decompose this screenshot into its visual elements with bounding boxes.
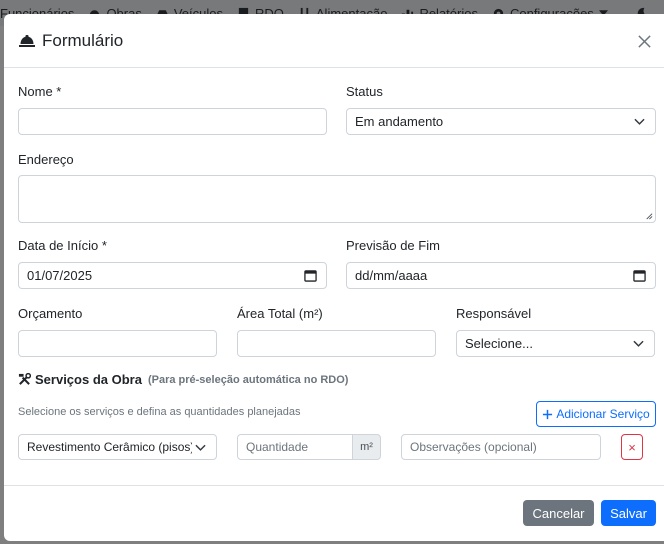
add-service-label: Adicionar Serviço [556,407,650,421]
add-service-button[interactable]: Adicionar Serviço [536,401,656,427]
previsao-fim-value: dd/mm/aaaa [355,268,428,283]
hard-hat-icon [19,34,35,47]
calendar-icon[interactable] [633,269,646,282]
chevron-down-icon [634,118,645,125]
endereco-textarea[interactable] [18,175,656,223]
status-label: Status [346,84,383,99]
modal-body: Nome * Status Em andamento Endereço Data… [4,68,664,486]
modal-footer: Cancelar Salvar [4,485,664,541]
status-select[interactable]: Em andamento [346,108,656,135]
orcamento-input[interactable] [18,330,217,357]
save-button[interactable]: Salvar [601,500,656,526]
data-inicio-input[interactable]: 01/07/2025 [18,262,327,289]
nome-input[interactable] [18,108,327,135]
modal-title: Formulário [18,31,123,51]
nome-label: Nome * [18,84,62,99]
data-inicio-value: 01/07/2025 [27,268,93,283]
data-inicio-label: Data de Início * [18,238,107,253]
quantity-input[interactable] [237,434,353,460]
orcamento-label: Orçamento [18,306,83,321]
remove-service-button[interactable]: × [621,434,643,460]
services-note: (Para pré-seleção automática no RDO) [147,373,349,386]
modal-title-text: Formulário [42,30,124,50]
service-select[interactable]: Revestimento Cerâmico (pisos) [18,434,217,460]
tools-icon [18,373,31,385]
calendar-icon[interactable] [304,269,317,282]
close-button[interactable] [634,31,654,51]
unit-addon: m² [352,434,381,460]
chevron-down-icon [195,444,206,451]
endereco-label: Endereço [18,152,74,167]
responsavel-label: Responsável [456,306,532,321]
modal-header: Formulário [4,14,664,68]
services-hint: Selecione os serviços e defina as quanti… [18,406,301,418]
notes-input[interactable] [401,434,601,460]
cancel-button[interactable]: Cancelar [523,500,594,526]
form-modal: Formulário Nome * Status Em andamento En… [4,14,664,541]
area-total-label: Área Total (m²) [237,306,323,321]
status-value: Em andamento [355,114,444,129]
responsavel-select[interactable]: Selecione... [456,330,655,357]
previsao-fim-input[interactable]: dd/mm/aaaa [346,262,656,289]
remove-icon: × [628,439,636,455]
area-total-input[interactable] [237,330,436,357]
services-section-title: Serviços da Obra (Para pré-seleção autom… [18,372,348,387]
plus-icon [543,409,553,419]
service-value: Revestimento Cerâmico (pisos) [27,440,192,454]
previsao-fim-label: Previsão de Fim [346,238,440,253]
resize-grip-icon[interactable] [644,211,653,220]
close-icon [637,34,651,48]
services-title-text: Serviços da Obra [35,372,142,387]
responsavel-value: Selecione... [465,336,533,351]
chevron-down-icon [633,340,644,347]
